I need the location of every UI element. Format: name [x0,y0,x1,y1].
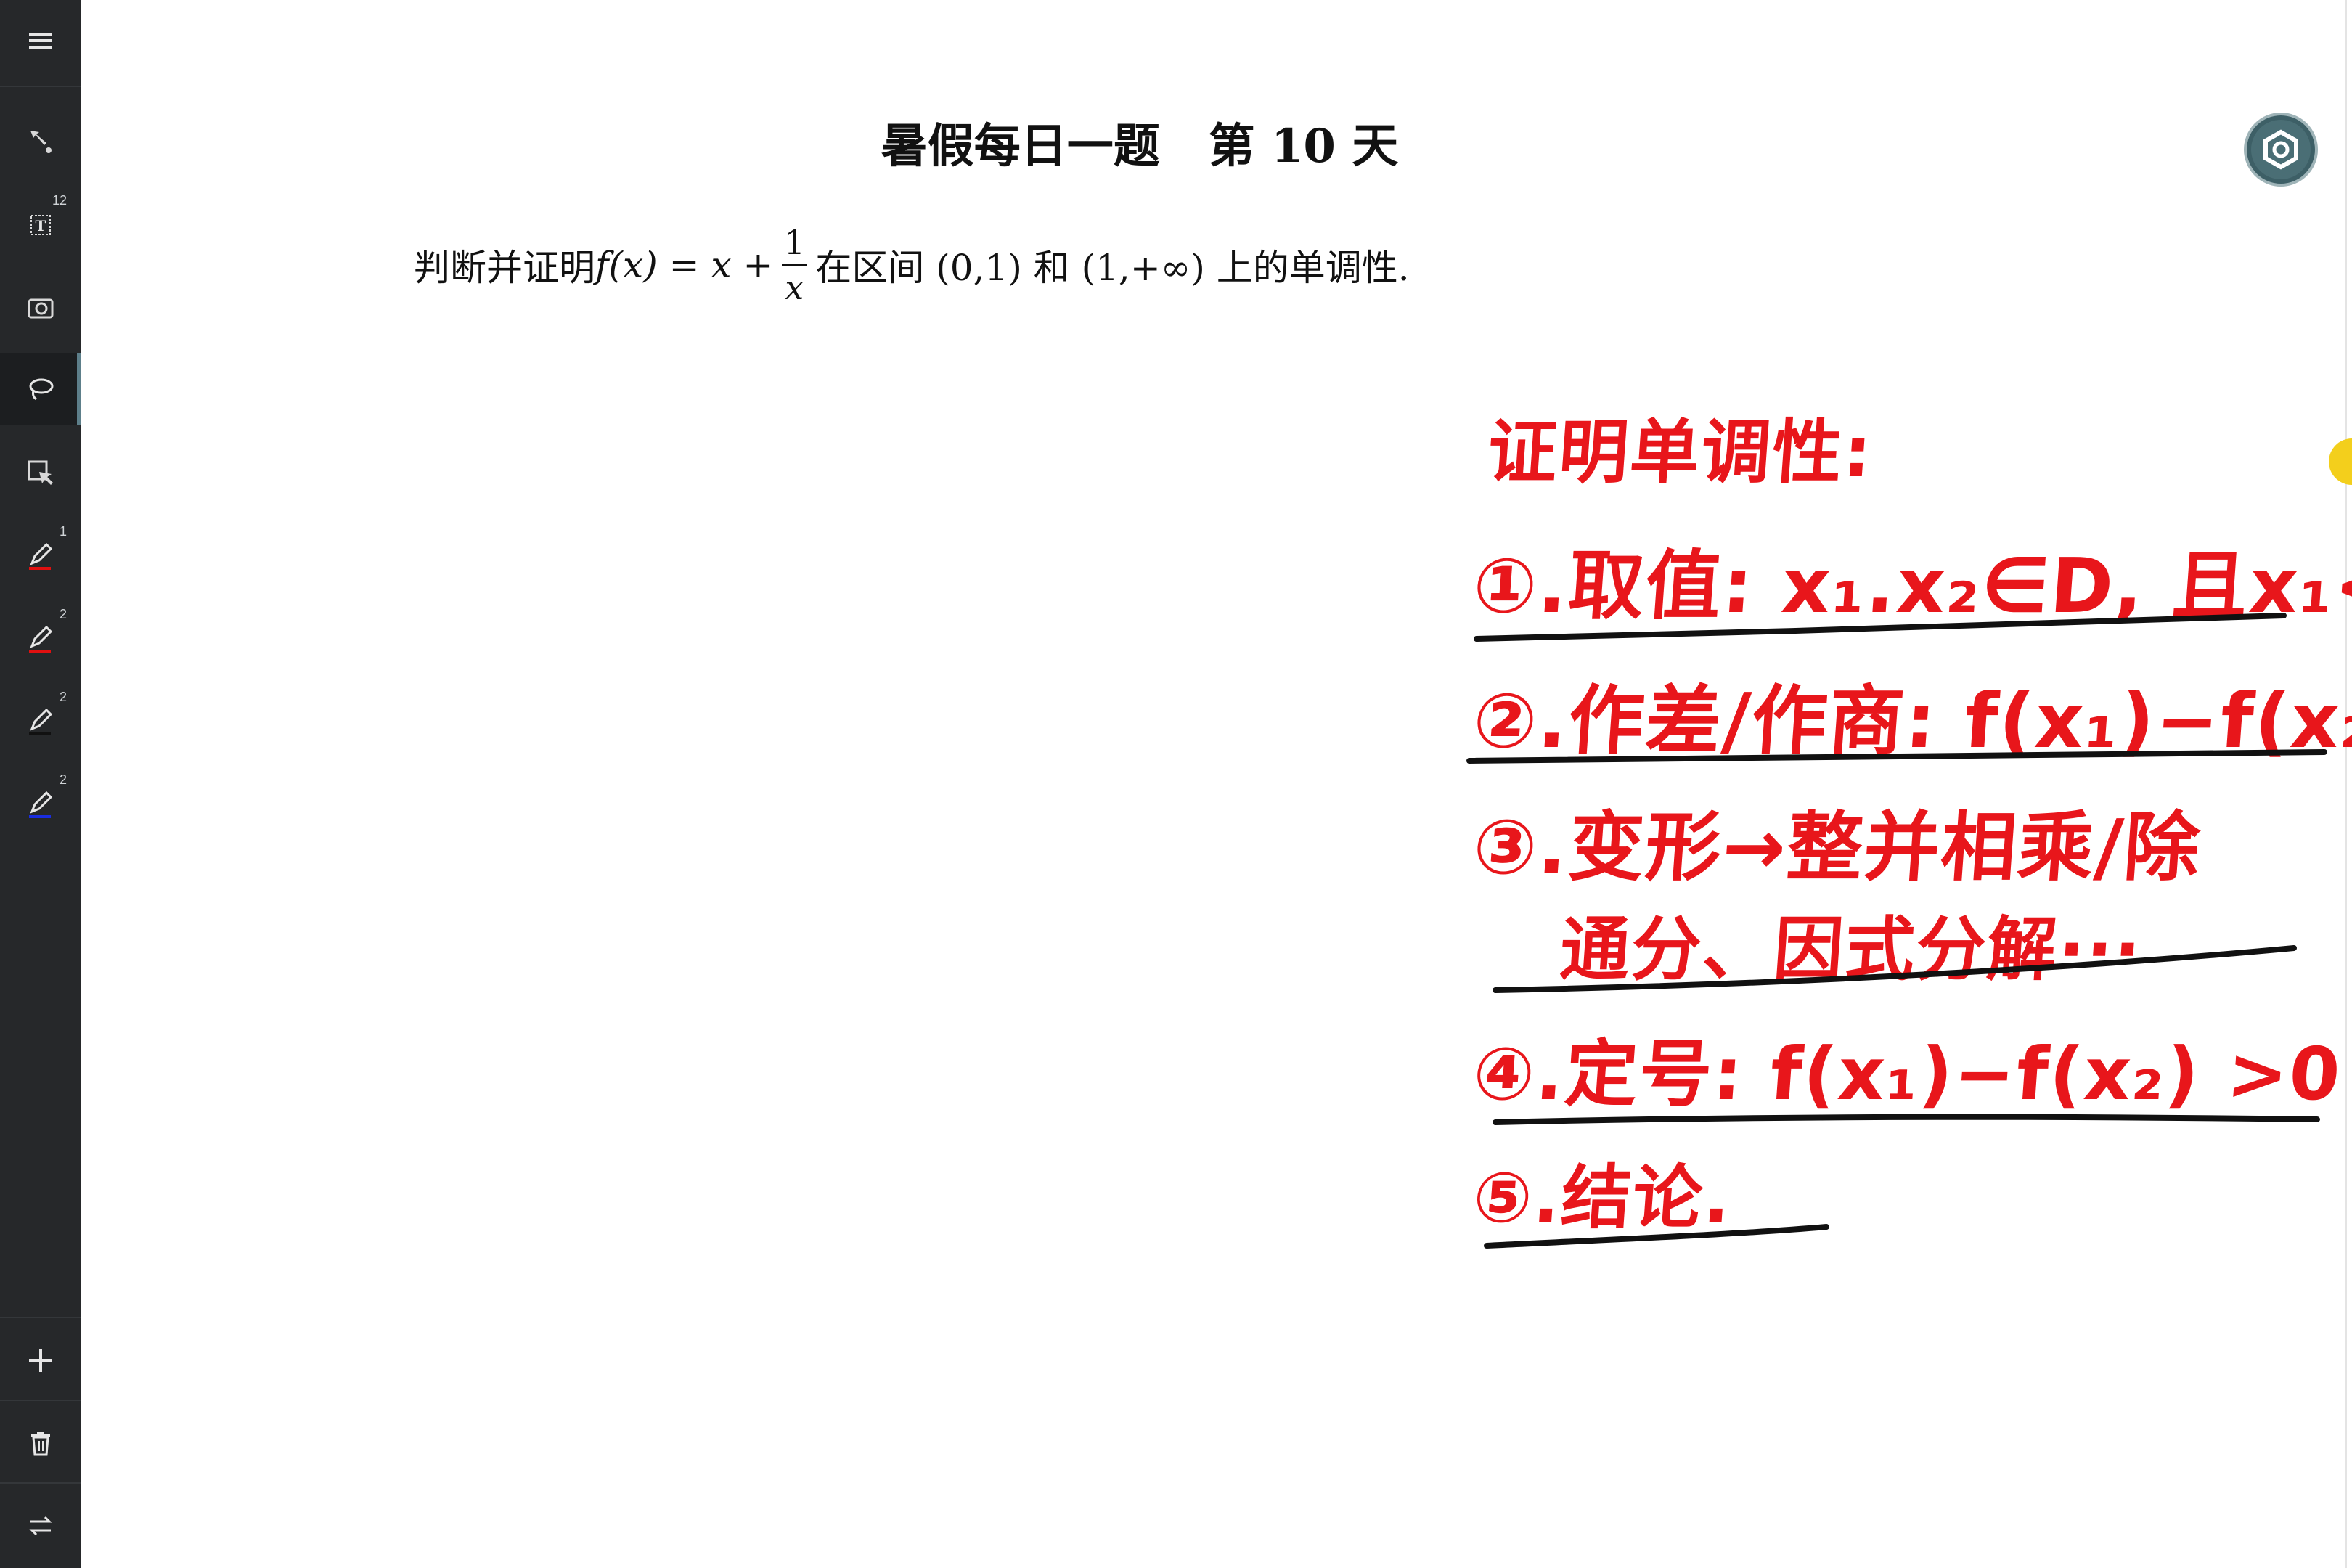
scroll-indicator[interactable] [2329,438,2352,485]
menu-icon[interactable] [0,4,81,77]
problem-suffix: 在区间 (0,1) 和 (1,+∞) 上的单调性. [815,247,1410,289]
pen-black-badge: 2 [59,690,67,704]
fraction-numerator: 1 [783,222,806,262]
page-title: 暑假每日一题 第 10 天 [881,119,1399,173]
problem-prefix: 判断并证明 [414,247,595,289]
pen-red-thick-icon[interactable]: 2 [0,603,81,675]
hexagon-settings-icon [2244,113,2318,187]
floating-settings-button[interactable] [2243,112,2319,187]
problem-func: f [595,244,609,286]
select-tool-icon[interactable] [0,437,81,510]
text-tool-icon[interactable]: 12 T [0,189,81,261]
laser-pointer-icon[interactable] [0,106,81,179]
text-tool-badge: 12 [52,193,67,208]
handwriting-step-3-detail: 通分、因式分解··· [1557,909,2145,990]
handwriting-step-2: ②.作差/作商: f(x₁)−f(x₂) [1470,677,2352,765]
left-toolbar: 12 T 1 2 2 2 [0,0,81,1568]
page-edge-line [2345,0,2347,1568]
handwriting-step-4: ④.定号: f(x₁)−f(x₂) >0 或<0 [1470,1032,2352,1116]
fraction-bar [782,264,807,266]
fraction: 1 x [782,224,807,306]
screenshot-icon[interactable] [0,271,81,344]
handwriting-step-5: ⑤.结论. [1470,1157,1735,1238]
handwriting-step-1: ①.取值: x₁.x₂∈D, 且x₁<x₂ [1470,542,2352,630]
handwriting-step-3: ③.变形→整并相乘/除 [1470,803,2205,891]
pen-red-badge: 1 [59,524,67,539]
problem-statement: 判断并证明 f (x) = x + 1 x 在区间 (0,1) 和 (1,+∞)… [414,211,1575,319]
pen-red-icon[interactable]: 1 [0,520,81,592]
svg-text:T: T [36,217,46,234]
add-page-icon[interactable] [0,1324,81,1397]
pen-blue-icon[interactable]: 2 [0,768,81,841]
trash-icon[interactable] [0,1407,81,1479]
pen-blue-badge: 2 [59,772,67,787]
pen-red-thick-badge: 2 [59,607,67,621]
handwriting-heading: 证明单调性: [1485,412,1876,493]
problem-func-arg: (x) = x + [608,244,774,286]
swap-icon[interactable] [0,1490,81,1562]
lasso-icon[interactable] [0,353,81,425]
fraction-denominator: x [785,267,804,307]
pen-black-icon[interactable]: 2 [0,685,81,758]
